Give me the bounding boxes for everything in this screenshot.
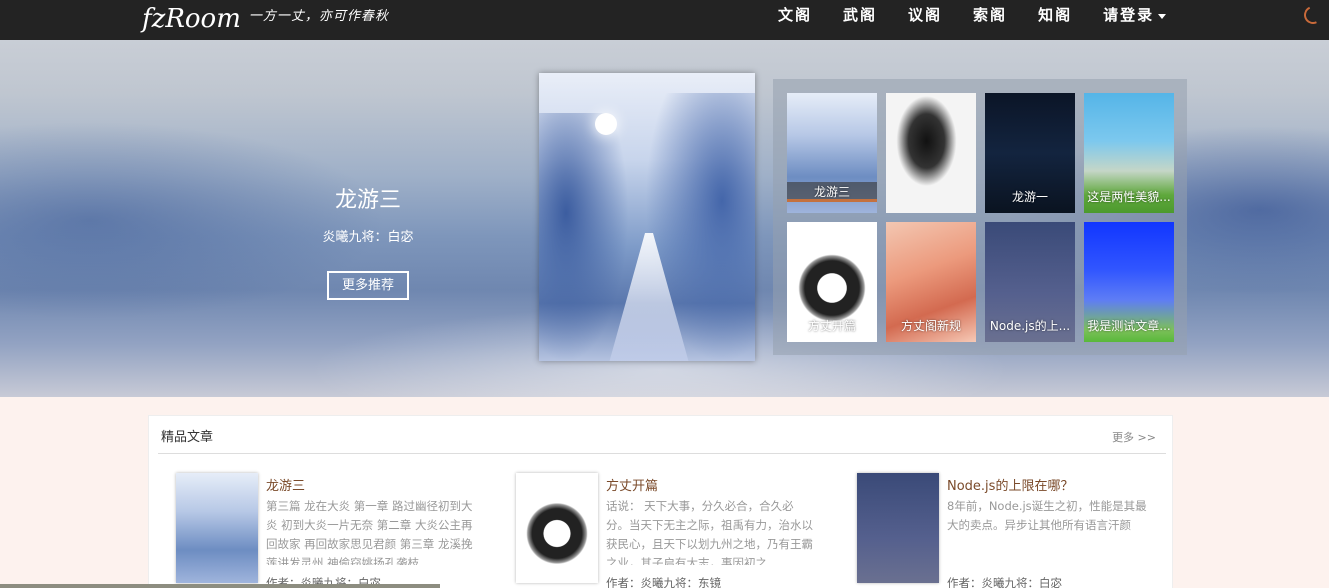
loading-spinner-icon [1301,3,1325,27]
hero-subtitle: 炎曦九将：白宓 [322,230,414,245]
thumb-label: Node.js的上... [989,319,1071,333]
thumb-label: 方丈开篇 [807,319,856,333]
article-card[interactable]: Node.js的上限在哪？ 8年前，Node.js诞生之初，性能是其最大的卖点。… [857,473,1162,588]
nav-item-yi[interactable]: 议阁 [908,0,942,30]
thumb-2[interactable] [886,93,976,213]
thumb-7[interactable]: Node.js的上... [985,222,1075,342]
thumb-5[interactable]: 方丈开篇 [787,222,877,342]
hero-banner: 龙游三 炎曦九将：白宓 更多推荐 龙游三 龙游一 这是两性美貌... 方丈开篇 … [0,40,1329,397]
brand-logo: fzRoom [142,4,241,34]
more-recommend-button[interactable]: 更多推荐 [327,271,409,300]
top-navbar: fzRoom 一方一丈，亦可作春秋 文阁 武阁 议阁 索阁 知阁 请登录 [0,0,1329,40]
brand[interactable]: fzRoom 一方一丈，亦可作春秋 [142,2,389,36]
hero-cover-image[interactable] [539,73,755,361]
more-link[interactable]: 更多 >> [1112,429,1156,445]
thumb-label: 龙游三 [787,182,877,202]
thumbnail-grid: 龙游三 龙游一 这是两性美貌... 方丈开篇 方丈阁新规 Node.js的上..… [773,79,1187,355]
article-card[interactable]: 龙游三 第三篇 龙在大炎 第一章 路过幽径初到大炎 初到大炎一片无奈 第二章 大… [176,473,481,588]
thumb-label: 龙游一 [1011,190,1048,204]
thumb-4[interactable]: 这是两性美貌... [1084,93,1174,213]
nav-item-zhi[interactable]: 知阁 [1038,0,1072,30]
nav-menu: 文阁 武阁 议阁 索阁 知阁 请登录 [778,0,1197,30]
image-moon [595,113,617,135]
article-title[interactable]: 龙游三 [266,475,305,494]
thumb-6[interactable]: 方丈阁新规 [886,222,976,342]
hero-title: 龙游三 [334,188,401,213]
thumb-label: 我是测试文章... [1087,319,1171,333]
section-title: 精品文章 [161,430,214,445]
horizontal-scrollbar[interactable] [0,584,440,588]
nav-item-wen[interactable]: 文阁 [778,0,812,30]
login-label: 请登录 [1103,6,1155,24]
article-author: 作者：炎曦九将：东镜 [606,576,721,588]
article-author: 作者：炎曦九将：白宓 [947,576,1062,588]
thumb-label: 这是两性美貌... [1087,190,1171,204]
thumb-3[interactable]: 龙游一 [985,93,1075,213]
article-title[interactable]: 方丈开篇 [606,475,658,494]
login-dropdown[interactable]: 请登录 [1103,0,1167,30]
image-trees-left [539,113,629,361]
article-excerpt: 第三篇 龙在大炎 第一章 路过幽径初到大炎 初到大炎一片无奈 第二章 大炎公主再… [266,499,473,565]
article-excerpt: 8年前，Node.js诞生之初，性能是其最大的卖点。异步让其他所有语言汗颜 [947,499,1147,532]
thumb-label: 方丈阁新规 [900,319,961,333]
divider [158,453,1166,454]
caret-down-icon [1158,13,1167,19]
thumb-8[interactable]: 我是测试文章... [1084,222,1174,342]
nav-item-wu[interactable]: 武阁 [843,0,877,30]
article-thumbnail[interactable] [176,473,258,583]
thumb-1[interactable]: 龙游三 [787,93,877,213]
nav-item-suo[interactable]: 索阁 [973,0,1007,30]
article-thumbnail[interactable] [516,473,598,583]
article-thumbnail[interactable] [857,473,939,583]
article-card[interactable]: 方丈开篇 话说： 天下大事，分久必合，合久必分。当天下无主之际，祖禹有力，治水以… [516,473,821,588]
brand-slogan: 一方一丈，亦可作春秋 [248,8,389,24]
article-title[interactable]: Node.js的上限在哪？ [947,475,1073,494]
article-excerpt: 话说： 天下大事，分久必合，合久必分。当天下无主之际，祖禹有力，治水以获民心，且… [606,499,813,565]
featured-articles-card: 精品文章 更多 >> 龙游三 第三篇 龙在大炎 第一章 路过幽径初到大炎 初到大… [148,415,1173,588]
